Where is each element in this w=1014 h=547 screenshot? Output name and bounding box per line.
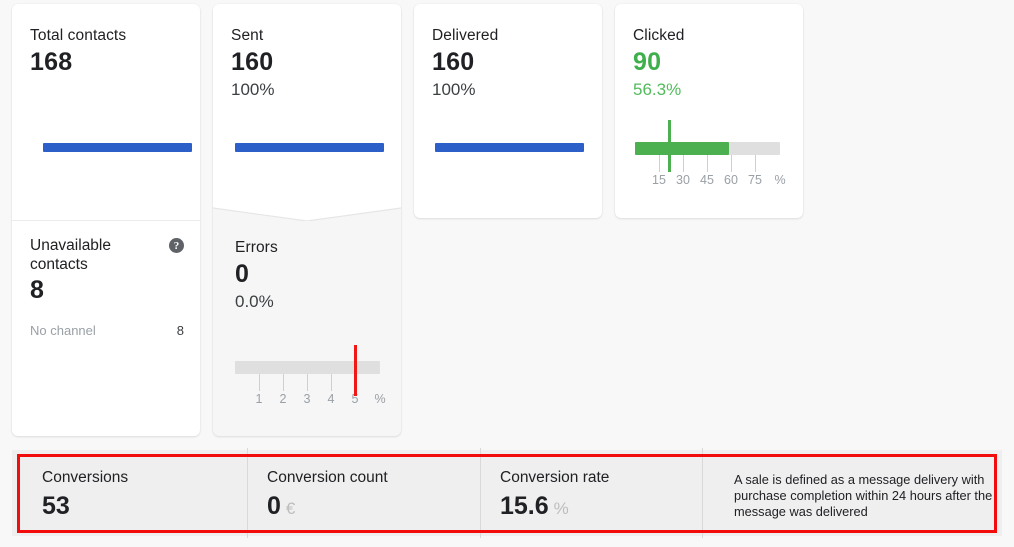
card-value: 160 (432, 48, 475, 76)
gauge-fill (635, 142, 729, 155)
gauge-unit-label: % (374, 392, 386, 406)
errors-label: Errors (235, 239, 278, 256)
unavailable-contacts-label: Unavailable contacts (30, 237, 111, 273)
card-sent[interactable]: Sent 160 100% Errors 0 0.0% 1 2 3 4 5 % (213, 4, 401, 436)
gauge-unit-label: % (774, 173, 786, 187)
card-value: 90 (633, 48, 662, 76)
card-total-contacts[interactable]: Total contacts 168 Unavailable contacts … (12, 4, 200, 436)
errors-threshold-marker (354, 345, 357, 396)
card-value: 160 (231, 48, 274, 76)
card-clicked[interactable]: Clicked 90 56.3% 15 30 45 60 75 % (615, 4, 803, 218)
total-contacts-bar (43, 143, 192, 152)
gauge-track (235, 361, 380, 374)
errors-percent: 0.0% (235, 292, 274, 311)
list-item: No channel 8 (30, 323, 184, 338)
gauge-tick-label: 30 (676, 173, 690, 187)
card-percent: 56.3% (633, 80, 682, 99)
gauge-tick-label: 75 (748, 173, 762, 187)
gauge-labels: 15 30 45 60 75 % (635, 173, 800, 189)
gauge-tick-label: 15 (652, 173, 666, 187)
campaign-stats-dashboard: Total contacts 168 Unavailable contacts … (0, 0, 1014, 547)
errors-section: Errors 0 0.0% (235, 238, 278, 313)
gauge-tick-label: 45 (700, 173, 714, 187)
card-percent: 100% (231, 80, 275, 99)
gauge-ticks (235, 374, 380, 391)
unavailable-contacts-value: 8 (30, 276, 45, 304)
card-divider (12, 220, 200, 221)
card-value: 168 (30, 48, 73, 76)
help-circle-icon[interactable]: ? (169, 238, 184, 253)
gauge-ticks (635, 155, 780, 172)
delivered-bar (435, 143, 584, 152)
conversions-panel: Conversions 53 Conversion count 0 € Conve… (12, 448, 1002, 538)
unavailable-contacts-section: Unavailable contacts ? 8 No channel 8 (30, 236, 184, 338)
gauge-tick-label: 2 (279, 392, 287, 406)
gauge-labels: 1 2 3 4 5 % (235, 392, 400, 408)
card-label: Delivered (432, 27, 499, 44)
channel-count: 8 (176, 323, 184, 338)
card-label: Total contacts (30, 27, 127, 44)
sent-bar (235, 143, 384, 152)
clicked-threshold-marker (668, 120, 671, 172)
card-percent: 100% (432, 80, 476, 99)
gauge-tick-label: 4 (327, 392, 335, 406)
card-label: Sent (231, 27, 264, 44)
clicked-gauge: 15 30 45 60 75 % (635, 120, 786, 192)
card-delivered[interactable]: Delivered 160 100% (414, 4, 602, 218)
channel-name: No channel (30, 323, 96, 338)
highlight-box (17, 454, 997, 533)
gauge-tick-label: 60 (724, 173, 738, 187)
gauge-tick-label: 1 (255, 392, 263, 406)
errors-gauge: 1 2 3 4 5 % (235, 345, 386, 411)
errors-value: 0 (235, 260, 250, 288)
card-label: Clicked (633, 27, 685, 44)
gauge-tick-label: 3 (303, 392, 311, 406)
